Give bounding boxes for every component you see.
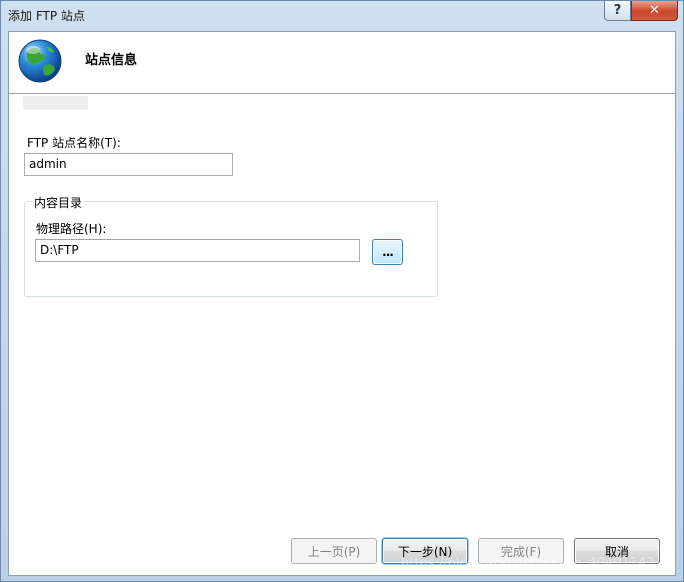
physical-path-label: 物理路径(H):	[36, 222, 107, 236]
dialog-content: 站点信息 FTP 站点名称(T): admin 内容目录 物理路径(H): D:…	[8, 31, 676, 576]
globe-icon	[18, 39, 62, 83]
help-button[interactable]: ?	[604, 1, 631, 21]
site-name-label: FTP 站点名称(T):	[27, 136, 121, 150]
content-directory-group: 内容目录 物理路径(H): D:\FTP ...	[24, 194, 438, 297]
watermark-text: https://blog.csdn.net/weixin_40491142	[401, 556, 655, 571]
header-shadow	[23, 96, 88, 110]
previous-button[interactable]: 上一页(P)	[291, 538, 377, 564]
add-ftp-site-dialog: 添加 FTP 站点 ? ✕ 站点信息 FTP 站点名称(T): admin 内容…	[0, 0, 684, 582]
browse-button[interactable]: ...	[372, 239, 403, 265]
site-name-input[interactable]: admin	[24, 153, 233, 176]
physical-path-input[interactable]: D:\FTP	[35, 239, 360, 262]
wizard-header: 站点信息	[9, 32, 675, 94]
window-title: 添加 FTP 站点	[8, 9, 85, 23]
title-bar[interactable]: 添加 FTP 站点 ? ✕	[1, 1, 683, 31]
content-directory-legend: 内容目录	[32, 194, 85, 211]
page-title: 站点信息	[85, 53, 138, 68]
close-button[interactable]: ✕	[631, 1, 678, 21]
